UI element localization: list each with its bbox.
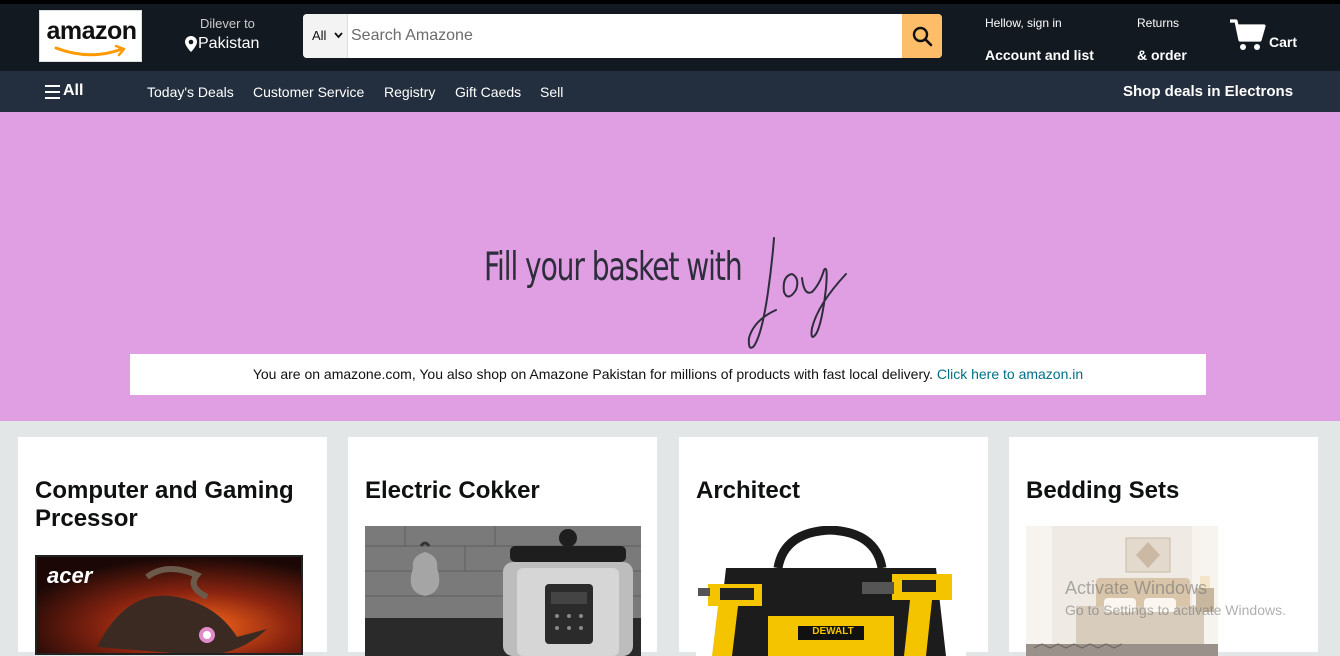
all-menu-label: All [63, 82, 84, 99]
watermark-title: Activate Windows [1065, 578, 1208, 598]
returns-label: Returns [1137, 16, 1180, 30]
header-top-strip [0, 0, 1340, 4]
card-title[interactable]: Electric Cokker [365, 477, 645, 505]
hero-joy-script [747, 237, 847, 349]
nav-item-registry[interactable]: Registry [384, 84, 435, 100]
account-label: Account and list [985, 47, 1094, 63]
location-pin-icon [185, 36, 197, 52]
deliver-label: Dilever to [200, 16, 255, 31]
hero-headline: Fill your basket with [484, 245, 743, 290]
pressure-cooker-image[interactable] [365, 526, 641, 656]
nav-item-sell[interactable]: Sell [540, 84, 563, 100]
card-title[interactable]: Bedding Sets [1026, 477, 1306, 505]
category-card-computer[interactable]: Computer and Gaming Prcessor acer [18, 437, 327, 655]
category-card-bedding[interactable]: Bedding Sets [1009, 437, 1318, 656]
acer-laptop-image[interactable]: acer [35, 555, 303, 655]
deliver-location: Pakistan [198, 35, 260, 52]
account-menu[interactable]: Hellow, sign in Account and list [985, 14, 1115, 64]
search-category-select[interactable]: All [303, 14, 348, 58]
search-button[interactable] [902, 14, 942, 58]
notice-link[interactable]: Click here to amazon.in [937, 366, 1083, 382]
dewalt-brand-text: DEWALT [812, 626, 854, 637]
deliver-to-location[interactable]: Dilever to Pakistan [184, 15, 284, 59]
notice-text: You are on amazone.com, You also shop on… [252, 366, 933, 382]
watermark-subtitle: Go to Settings to activate Windows. [1065, 602, 1286, 618]
hero-banner: Fill your basket with You are on amazone… [0, 112, 1340, 421]
returns-orders-link[interactable]: Returns & order [1137, 14, 1207, 64]
logo-smile-icon [54, 45, 126, 57]
amazon-logo[interactable]: amazon [39, 10, 142, 62]
acer-brand-text: acer [47, 563, 93, 588]
cart-button[interactable]: Cart [1229, 18, 1309, 54]
search-category-value: All [312, 28, 327, 43]
category-card-architect[interactable]: Architect DEWALT [679, 437, 988, 656]
nav-item-gift-cards[interactable]: Gift Caeds [455, 84, 521, 100]
logo-text: amazon [46, 17, 137, 45]
card-title[interactable]: Architect [696, 477, 976, 505]
card-title[interactable]: Computer and Gaming Prcessor [35, 477, 315, 533]
dewalt-drill-kit-image[interactable]: DEWALT [696, 526, 966, 656]
cart-label: Cart [1269, 34, 1298, 50]
nav-bar: All Today's Deals Customer Service Regis… [0, 71, 1340, 112]
top-header: amazon Dilever to Pakistan All He [0, 0, 1340, 71]
region-notice-banner: You are on amazone.com, You also shop on… [130, 354, 1206, 395]
category-card-electric-cooker[interactable]: Electric Cokker [348, 437, 657, 656]
search-icon [912, 26, 933, 47]
search-input[interactable] [348, 14, 902, 58]
orders-label: & order [1137, 47, 1187, 63]
chevron-down-icon [334, 32, 343, 39]
nav-item-todays-deals[interactable]: Today's Deals [147, 84, 234, 100]
search-bar: All [303, 14, 942, 58]
activate-windows-watermark: Activate Windows Go to Settings to activ… [1065, 578, 1286, 618]
shop-deals-link[interactable]: Shop deals in Electrons [1123, 83, 1293, 100]
hamburger-menu-icon [45, 85, 61, 99]
nav-item-customer-service[interactable]: Customer Service [253, 84, 364, 100]
account-greeting: Hellow, sign in [985, 16, 1062, 30]
pressure-cooker-graphic [365, 526, 641, 656]
cart-icon [1230, 19, 1266, 50]
